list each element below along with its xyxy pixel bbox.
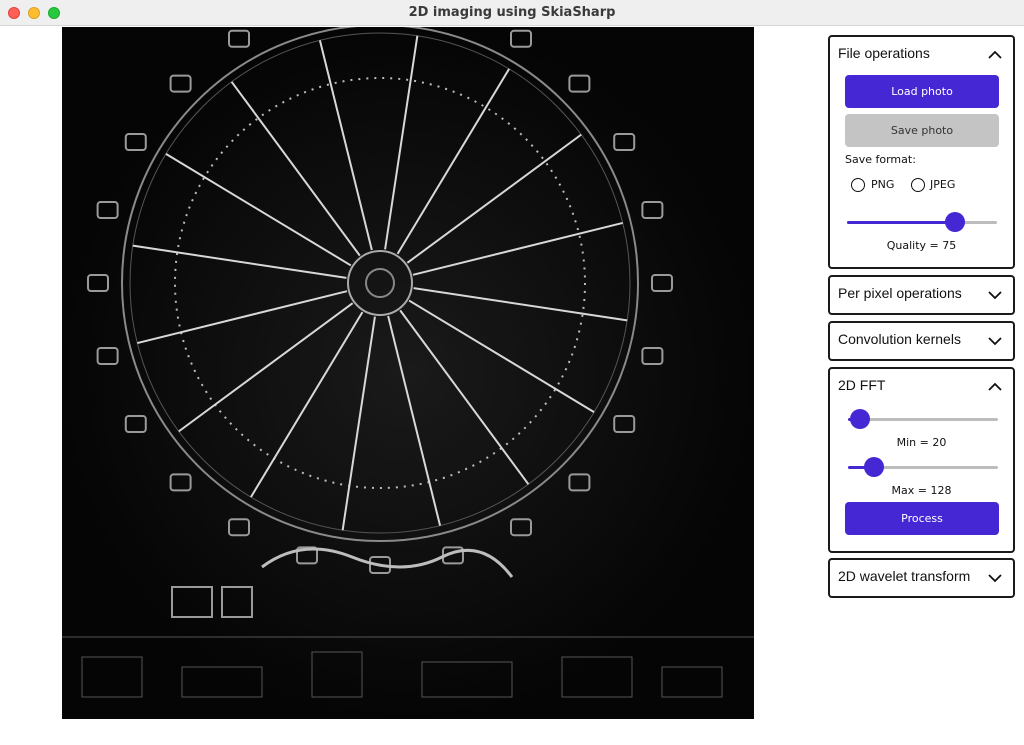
quality-label: Quality = 75 — [886, 239, 957, 252]
fft-max-label: Max = 128 — [891, 484, 952, 497]
image-canvas — [62, 27, 754, 719]
wavelet-transform-panel: 2D wavelet transform — [828, 558, 1015, 598]
fft-min-slider-thumb[interactable] — [850, 409, 870, 429]
png-radio[interactable] — [851, 178, 865, 192]
fft-panel: 2D FFT Min = 20 Max = 128 Process — [828, 367, 1015, 553]
wavelet-transform-header[interactable]: 2D wavelet transform — [830, 560, 1013, 596]
fft-max-slider[interactable] — [848, 457, 998, 477]
quality-slider[interactable] — [847, 212, 997, 232]
fft-header[interactable]: 2D FFT — [830, 369, 1013, 405]
convolution-kernels-header[interactable]: Convolution kernels — [830, 323, 1013, 359]
png-radio-label: PNG — [871, 178, 895, 191]
chevron-down-icon[interactable] — [987, 333, 1003, 349]
jpeg-radio-label: JPEG — [930, 178, 956, 191]
load-photo-button[interactable]: Load photo — [845, 75, 999, 108]
quality-slider-thumb[interactable] — [945, 212, 965, 232]
ferris-wheel-image — [62, 27, 754, 719]
process-button[interactable]: Process — [845, 502, 999, 535]
save-format-label: Save format: — [845, 153, 916, 166]
fft-title: 2D FFT — [838, 377, 886, 393]
window-titlebar: 2D imaging using SkiaSharp — [0, 0, 1024, 26]
chevron-up-icon[interactable] — [987, 47, 1003, 63]
fft-min-label: Min = 20 — [896, 436, 947, 449]
file-operations-header[interactable]: File operations — [830, 37, 1013, 73]
save-photo-button[interactable]: Save photo — [845, 114, 999, 147]
per-pixel-operations-panel: Per pixel operations — [828, 275, 1015, 315]
per-pixel-operations-header[interactable]: Per pixel operations — [830, 277, 1013, 313]
window-title: 2D imaging using SkiaSharp — [408, 5, 616, 20]
quality-slider-fill — [847, 221, 955, 224]
file-operations-title: File operations — [838, 45, 930, 61]
wavelet-transform-title: 2D wavelet transform — [838, 568, 971, 584]
convolution-kernels-panel: Convolution kernels — [828, 321, 1015, 361]
chevron-up-icon[interactable] — [987, 379, 1003, 395]
file-operations-panel: File operations Load photo Save photo Sa… — [828, 35, 1015, 269]
chevron-down-icon[interactable] — [987, 570, 1003, 586]
fft-max-slider-thumb[interactable] — [864, 457, 884, 477]
jpeg-radio[interactable] — [911, 178, 925, 192]
chevron-down-icon[interactable] — [987, 287, 1003, 303]
fft-min-slider[interactable] — [848, 409, 998, 429]
convolution-kernels-title: Convolution kernels — [838, 331, 961, 347]
per-pixel-operations-title: Per pixel operations — [838, 285, 962, 301]
